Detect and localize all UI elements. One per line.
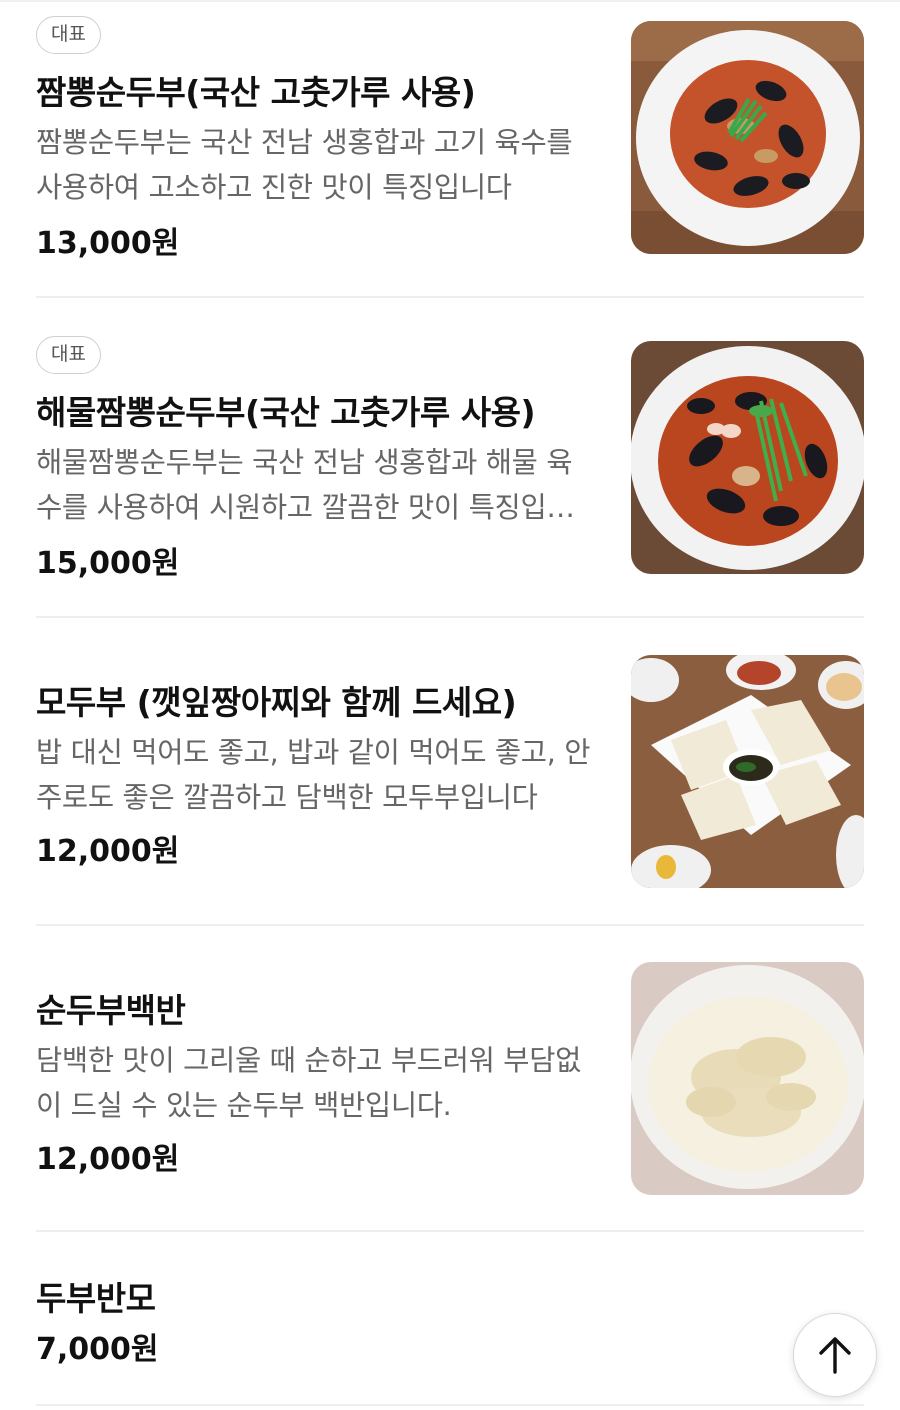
menu-item[interactable]: 대표 짬뽕순두부(국산 고춧가루 사용) 짬뽕순두부는 국산 전남 생홍합과 고… (36, 0, 864, 298)
menu-price: 7,000원 (36, 1332, 159, 1367)
seafood-jjamppong-tofu-photo (631, 341, 864, 574)
menu-photo[interactable] (631, 21, 864, 254)
menu-price: 12,000원 (36, 834, 180, 869)
menu-photo[interactable] (631, 655, 864, 888)
menu-description: 담백한 맛이 그리울 때 순하고 부드러워 부담없이 드실 수 있는 순두부 백… (36, 1044, 582, 1122)
signature-badge: 대표 (36, 16, 101, 54)
menu-item[interactable]: 두부반모 7,000원 (36, 1232, 864, 1406)
menu-list: 대표 짬뽕순두부(국산 고춧가루 사용) 짬뽕순두부는 국산 전남 생홍합과 고… (0, 0, 900, 1410)
menu-price: 15,000원 (36, 546, 180, 581)
menu-description: 짬뽕순두부는 국산 전남 생홍합과 고기 육수를 사용하여 고소하고 진한 맛이… (36, 126, 573, 204)
menu-item[interactable]: 순두부백반 담백한 맛이 그리울 때 순하고 부드러워 부담없이 드실 수 있는… (36, 926, 864, 1232)
menu-name: 짬뽕순두부(국산 고춧가루 사용) (36, 73, 476, 112)
menu-photo[interactable] (631, 962, 864, 1195)
mussel-jjamppong-tofu-photo (631, 21, 864, 254)
soft-tofu-set-photo (631, 962, 864, 1195)
menu-name: 해물짬뽕순두부(국산 고춧가루 사용) (36, 393, 536, 432)
menu-price: 13,000원 (36, 226, 180, 261)
menu-item[interactable]: 대표 해물짬뽕순두부(국산 고춧가루 사용) 해물짬뽕순두부는 국산 전남 생홍… (36, 298, 864, 618)
scroll-to-top-button[interactable] (793, 1313, 877, 1397)
menu-name: 순두부백반 (36, 991, 186, 1030)
menu-photo[interactable] (631, 341, 864, 574)
item-divider (36, 1404, 864, 1406)
signature-badge: 대표 (36, 336, 101, 374)
menu-description: 밥 대신 먹어도 좋고, 밥과 같이 먹어도 좋고, 안주로도 좋은 깔끔하고 … (36, 736, 591, 814)
arrow-up-icon (819, 1337, 851, 1374)
menu-description: 해물짬뽕순두부는 국산 전남 생홍합과 해물 육수를 사용하여 시원하고 깔끔한… (36, 446, 573, 524)
menu-name: 두부반모 (36, 1279, 156, 1318)
menu-item[interactable]: 모두부 (깻잎짱아찌와 함께 드세요) 밥 대신 먹어도 좋고, 밥과 같이 먹… (36, 618, 864, 926)
menu-price: 12,000원 (36, 1142, 180, 1177)
block-tofu-photo (631, 655, 864, 888)
menu-name: 모두부 (깻잎짱아찌와 함께 드세요) (36, 683, 517, 722)
